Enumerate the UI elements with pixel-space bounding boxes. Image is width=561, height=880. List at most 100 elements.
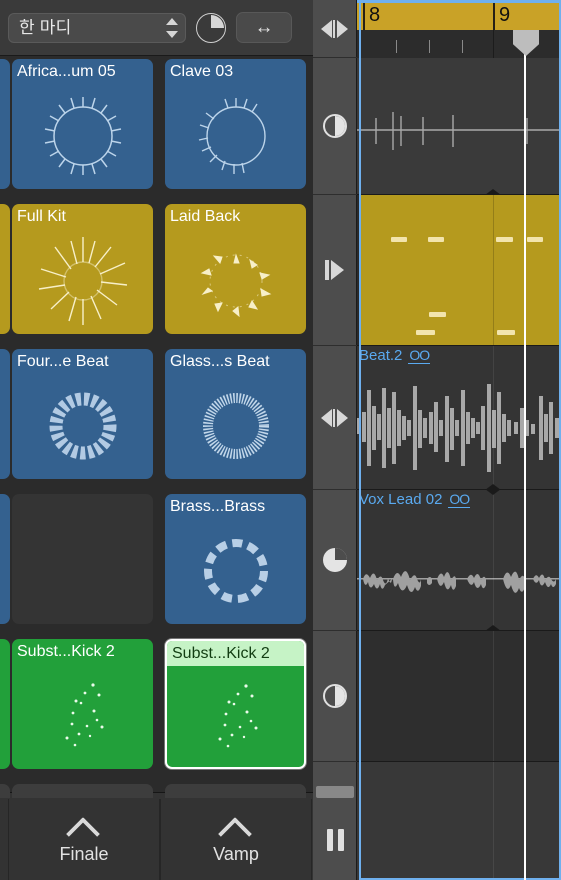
track-lane-6[interactable] (357, 762, 561, 880)
cell-title (0, 639, 10, 663)
cell-column-partial (0, 56, 10, 792)
half-circle-fill (335, 686, 345, 706)
audio-region-vox-lead-02[interactable]: Vox Lead 02 OO (357, 490, 561, 630)
cell-waveform-art (0, 83, 10, 189)
cell-title (0, 204, 10, 228)
track-header-row-5[interactable] (313, 631, 357, 762)
half-circle-fill (335, 116, 345, 136)
cell-waveform-art (12, 373, 153, 479)
cell[interactable] (0, 494, 10, 624)
quantize-value-label: 한 마디 (19, 19, 72, 36)
region-label-group: Vox Lead 02 OO (359, 490, 471, 510)
quantize-popup-button[interactable]: 한 마디 (8, 12, 186, 43)
cell-waveform-art (0, 228, 10, 334)
track-header-row-0[interactable] (313, 0, 357, 58)
horizontal-resize-button[interactable]: ↔ (236, 12, 292, 43)
pie-quarter-icon (323, 548, 347, 572)
cell-title: Laid Back (170, 208, 241, 225)
region-name: Beat.2 (359, 347, 403, 364)
track-lane-1[interactable] (357, 58, 561, 195)
cell-column-b: Clave 03 Laid Back Glass...s Beat Brass.… (165, 56, 306, 792)
play-bar-icon (323, 260, 347, 280)
scene-button-vamp[interactable]: Vamp (160, 799, 312, 880)
cell[interactable] (0, 59, 10, 189)
cell-column-a: Africa...um 05 Full Kit Four...e Beat Su… (12, 56, 153, 792)
cell-subst-kick-2-a[interactable]: Subst...Kick 2 (12, 639, 153, 769)
cell-laid-back[interactable]: Laid Back (165, 204, 306, 334)
cell-empty[interactable] (12, 494, 153, 624)
cell-four-e-beat[interactable]: Four...e Beat (12, 349, 153, 479)
track-lane-2[interactable] (357, 195, 561, 346)
cell-waveform-art (167, 665, 304, 767)
cell-brass-brass[interactable]: Brass...Brass (165, 494, 306, 624)
scene-button-finale[interactable]: Finale (8, 799, 160, 880)
audio-region-beat2[interactable]: Beat.2 OO (357, 346, 561, 489)
track-lane-5[interactable] (357, 631, 561, 762)
left-right-arrows-icon (321, 408, 349, 427)
cell-waveform-art (12, 228, 153, 334)
cell-waveform-art (0, 518, 10, 624)
track-header-icon-strip (313, 0, 357, 880)
loop-icon[interactable]: OO (448, 492, 471, 508)
cell-stub (165, 784, 306, 798)
cell-title (0, 349, 10, 373)
cell-full-kit[interactable]: Full Kit (12, 204, 153, 334)
cell-waveform-art (165, 228, 306, 334)
half-circle-icon (323, 114, 347, 138)
cell-stub (0, 784, 10, 798)
cell-waveform-art (165, 518, 306, 624)
region-label-group: Beat.2 OO (359, 346, 431, 366)
cell-waveform-art (165, 373, 306, 479)
cell-title: Africa...um 05 (17, 63, 116, 80)
playhead-line[interactable] (524, 30, 526, 880)
cell[interactable] (0, 204, 10, 334)
half-circle-icon (323, 684, 347, 708)
track-lane-3[interactable]: Beat.2 OO (357, 346, 561, 490)
cell-grid: Africa...um 05 Full Kit Four...e Beat Su… (0, 56, 313, 792)
pie-notch (335, 548, 347, 560)
app-window: 한 마디 ↔ Africa...um 05 Full Kit Four...e … (0, 0, 561, 880)
audio-region-1[interactable] (357, 58, 561, 194)
cell-glass-beat[interactable]: Glass...s Beat (165, 349, 306, 479)
cell-clave-03[interactable]: Clave 03 (165, 59, 306, 189)
track-header-row-6[interactable] (313, 800, 357, 880)
region-name: Vox Lead 02 (359, 491, 443, 508)
track-header-row-2[interactable] (313, 195, 357, 346)
cell-stub (12, 784, 153, 798)
cell[interactable] (0, 349, 10, 479)
arrangement-timeline-pane: 8 9 Beat.2 OO Vox Lead 02 OO (357, 0, 561, 880)
cell-title: Subst...Kick 2 (17, 643, 115, 660)
bar-ruler[interactable]: 8 9 (357, 0, 561, 30)
chevron-up-icon (219, 817, 253, 833)
cell-africa-drum-05[interactable]: Africa...um 05 (12, 59, 153, 189)
cell-title (12, 494, 153, 518)
scene-footer: Finale Vamp (0, 784, 313, 880)
cell-title: Brass...Brass (170, 498, 266, 515)
pie-quarter-icon[interactable] (196, 12, 226, 43)
cell[interactable] (0, 639, 10, 769)
timeline-selection-top-edge (357, 0, 561, 3)
track-lane-4[interactable]: Vox Lead 02 OO (357, 489, 561, 631)
cell-waveform-art (12, 83, 153, 189)
chevron-up-icon (67, 817, 101, 833)
cell-waveform-art (0, 663, 10, 769)
pause-icon (326, 829, 344, 851)
bar-number: 8 (363, 1, 380, 30)
live-loops-toolbar: 한 마디 ↔ (0, 0, 313, 56)
track-header-row-4[interactable] (313, 490, 357, 631)
track-header-row-1[interactable] (313, 58, 357, 195)
stepper-updown-icon[interactable] (165, 17, 179, 39)
cell-title: Full Kit (17, 208, 66, 225)
horizontal-scrollbar-thumb[interactable] (316, 786, 354, 798)
cell-waveform-art (12, 663, 153, 769)
left-right-arrows-icon (321, 19, 349, 38)
loop-icon[interactable]: OO (408, 348, 431, 364)
midi-region-2[interactable] (361, 195, 561, 345)
cell-subst-kick-2-b[interactable]: Subst...Kick 2 (165, 639, 306, 769)
track-header-row-3[interactable] (313, 346, 357, 490)
cell-title: Four...e Beat (17, 353, 109, 370)
cell-title: Subst...Kick 2 (167, 641, 304, 666)
bar-number: 9 (493, 1, 510, 30)
cell-title (0, 494, 10, 518)
live-loops-grid-pane: 한 마디 ↔ Africa...um 05 Full Kit Four...e … (0, 0, 313, 880)
